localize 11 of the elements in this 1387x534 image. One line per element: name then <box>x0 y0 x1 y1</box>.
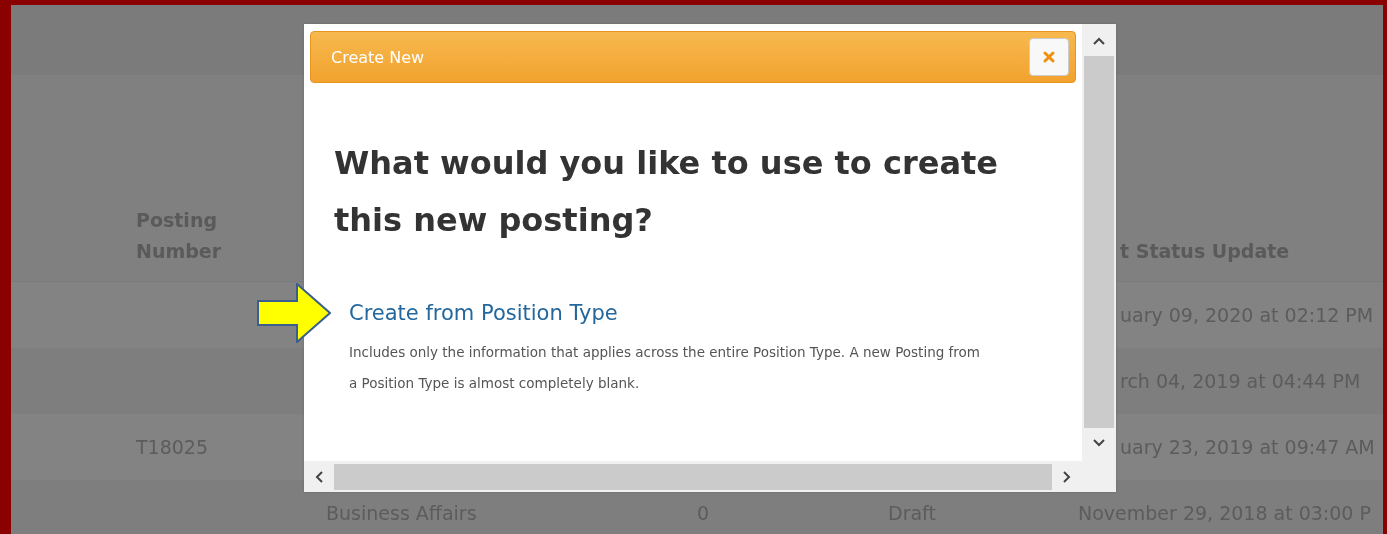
scroll-right-icon[interactable] <box>1062 469 1072 484</box>
horizontal-scrollbar[interactable] <box>304 461 1082 492</box>
vertical-scrollbar[interactable] <box>1082 24 1116 492</box>
dialog-heading: What would you like to use to create this new posting? <box>334 143 999 241</box>
close-icon <box>1042 50 1056 64</box>
dialog-title: Create New <box>331 47 425 67</box>
scroll-left-icon[interactable] <box>314 469 324 484</box>
scroll-down-icon[interactable] <box>1092 438 1106 448</box>
option-link[interactable]: Create from Position Type <box>349 301 618 325</box>
scroll-up-icon[interactable] <box>1092 36 1106 46</box>
option-description: Includes only the information that applies across the entire Position Type. A new Posting from a Position Type is almost completely blank. <box>349 343 981 393</box>
